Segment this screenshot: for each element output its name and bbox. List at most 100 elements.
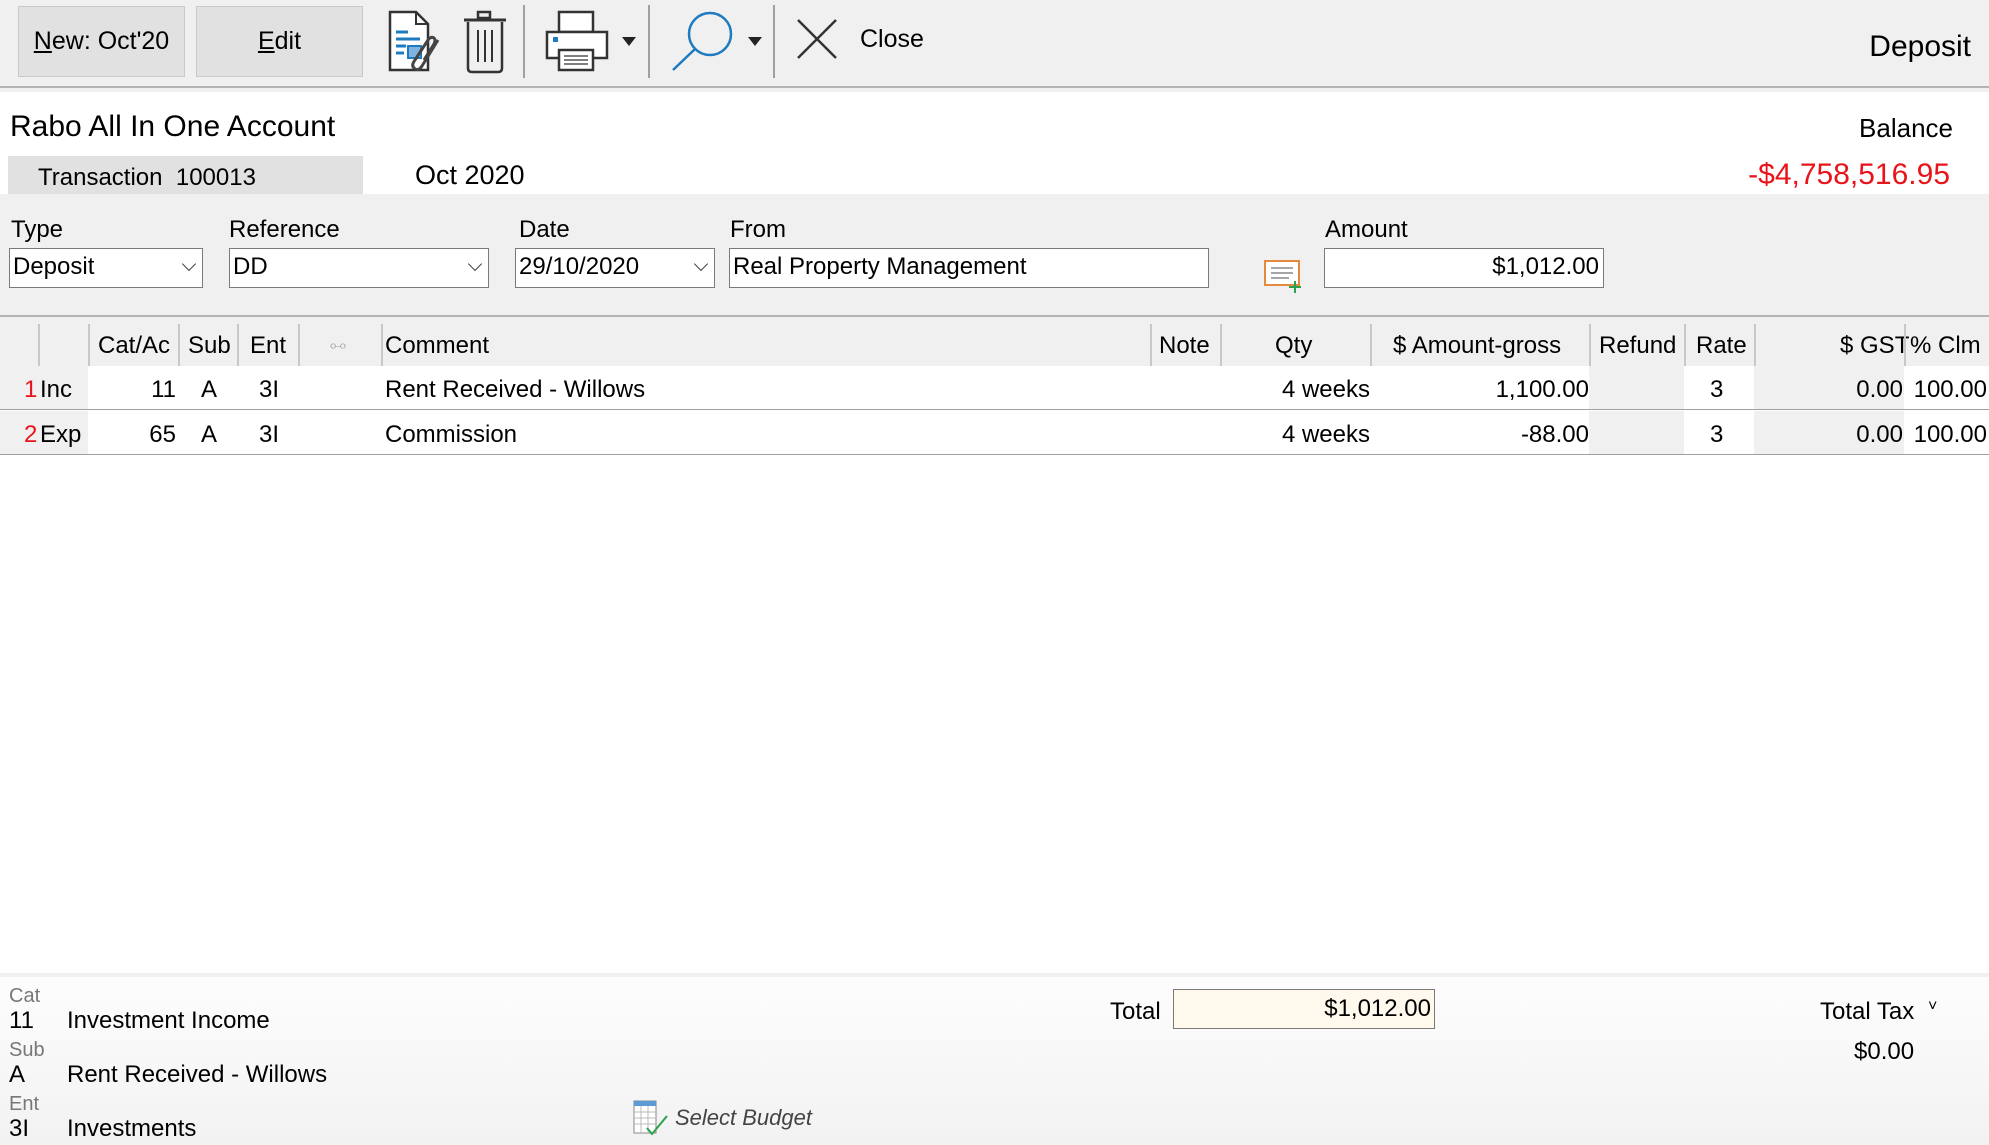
chevron-down-icon [693,256,709,272]
select-budget-link[interactable]: Select Budget [633,1100,812,1136]
attach-document-icon[interactable] [386,10,446,74]
sub-name: Rent Received - Willows [67,1061,328,1088]
row-gst[interactable]: 0.00 [1856,366,1903,410]
row-cat[interactable]: 65 [149,411,176,455]
row-ent[interactable]: 3I [259,366,279,410]
total-label: Total [1110,998,1161,1025]
row-sub[interactable]: A [201,411,217,455]
grid-body: 1 Inc 11 A 3I Rent Received - Willows 4 … [0,366,1989,973]
search-dropdown-caret-icon[interactable] [748,37,762,46]
edit-button[interactable]: Edit [196,6,363,77]
link-icon[interactable]: ⧟ [330,322,346,366]
column-header-amount[interactable]: $ Amount-gross [1393,322,1561,366]
column-header-refund[interactable]: Refund [1599,322,1676,366]
column-header-cat[interactable]: Cat/Ac [98,322,170,366]
row-gst[interactable]: 0.00 [1856,411,1903,455]
column-header-sub[interactable]: Sub [188,322,231,366]
chevron-down-icon [181,256,197,272]
new-transaction-button[interactable]: New: Oct'20 [18,6,185,77]
close-label: Close [860,24,924,53]
new-label: ew: Oct'20 [51,27,170,55]
row-cat[interactable]: 11 [151,366,176,410]
chevron-down-icon [467,256,483,272]
column-header-comment[interactable]: Comment [385,322,489,366]
type-label: Type [11,216,64,243]
column-separator [1150,324,1152,366]
period-label: Oct 2020 [415,160,525,190]
column-header-note[interactable]: Note [1159,322,1210,366]
grid-divider [0,315,1989,317]
row-qty[interactable]: 4 weeks [1282,411,1370,455]
column-separator [1754,324,1756,366]
table-row[interactable]: 1 Inc 11 A 3I Rent Received - Willows 4 … [0,366,1989,410]
close-button[interactable]: Close [796,18,924,60]
row-sub[interactable]: A [201,366,217,410]
row-kind: Exp [40,421,82,448]
row-rate[interactable]: 3 [1710,411,1723,455]
edit-accel: E [257,27,275,55]
row-amount[interactable]: 1,100.00 [1496,366,1589,410]
row-clm[interactable]: 100.00 [1914,366,1987,410]
row-comment[interactable]: Rent Received - Willows [385,366,645,410]
print-dropdown-caret-icon[interactable] [622,37,636,46]
cat-code: 11 [9,1007,34,1034]
close-icon [797,19,837,59]
column-separator [298,324,300,366]
amount-value: $1,012.00 [1492,253,1599,280]
print-icon[interactable] [545,10,609,72]
total-tax-value: $0.00 [1854,1038,1915,1065]
row-clm[interactable]: 100.00 [1914,411,1987,455]
row-amount[interactable]: -88.00 [1521,411,1589,455]
column-separator [1220,324,1222,366]
column-header-gst[interactable]: $ GST [1840,322,1909,366]
row-kind: Inc [40,376,73,403]
total-tax-dropdown-icon[interactable]: ˅ [1928,998,1937,1016]
column-header-clm[interactable]: % Clm [1910,322,1981,366]
ent-name: Investments [67,1115,197,1142]
reference-select[interactable]: DD [229,248,489,288]
search-icon[interactable] [670,10,736,72]
add-note-icon[interactable] [1263,257,1305,293]
row-comment[interactable]: Commission [385,411,517,455]
cat-label: Cat [9,985,41,1007]
row-number: 1 [24,376,38,403]
sub-label: Sub [9,1039,45,1061]
column-separator [1370,324,1372,366]
balance-value: -$4,758,516.95 [1748,158,1950,191]
sub-code: A [9,1061,26,1088]
type-value: Deposit [13,253,95,280]
from-value: Real Property Management [733,253,1027,280]
toolbar-separator [648,5,650,78]
column-header-ent[interactable]: Ent [250,322,286,366]
delete-trash-icon[interactable] [460,10,510,74]
ent-code: 3I [9,1115,30,1142]
column-header-rate[interactable]: Rate [1696,322,1747,366]
type-select[interactable]: Deposit [9,248,203,288]
column-header-qty[interactable]: Qty [1275,322,1312,366]
column-separator [88,324,90,366]
date-value: 29/10/2020 [519,253,640,280]
column-separator [1904,324,1906,366]
from-input[interactable]: Real Property Management [729,248,1209,288]
from-label: From [730,216,786,243]
account-name: Rabo All In One Account [10,110,336,143]
reference-label: Reference [229,216,340,243]
row-ent[interactable]: 3I [259,411,279,455]
amount-label: Amount [1325,216,1408,243]
row-qty[interactable]: 4 weeks [1282,366,1370,410]
column-separator [1589,324,1591,366]
column-separator [1684,324,1686,366]
table-row[interactable]: 2 Exp 65 A 3I Commission 4 weeks -88.00 … [0,411,1989,455]
transaction-number-box: Transaction 100013 [8,156,363,194]
column-separator [381,324,383,366]
total-tax-label: Total Tax [1820,998,1915,1025]
date-label: Date [519,216,570,243]
transaction-label: Transaction [38,164,163,191]
row-rate[interactable]: 3 [1710,366,1723,410]
select-budget-label: Select Budget [675,1105,812,1130]
column-separator [237,324,239,366]
transaction-number: 100013 [175,164,256,191]
amount-input[interactable]: $1,012.00 [1324,248,1604,288]
date-picker[interactable]: 29/10/2020 [515,248,715,288]
row-number: 2 [24,421,38,448]
